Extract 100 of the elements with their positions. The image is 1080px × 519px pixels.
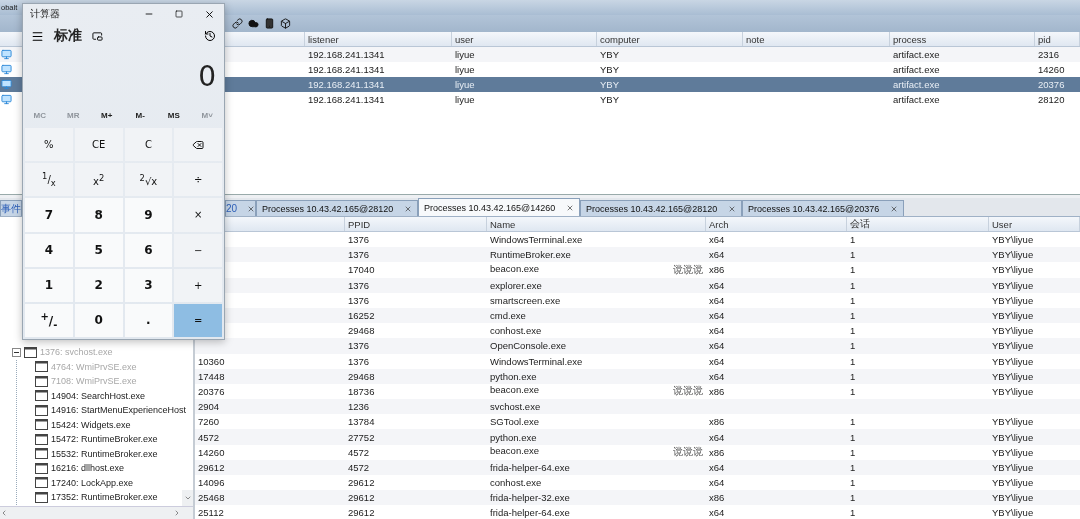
calculator-key[interactable]: x$^{2}$ bbox=[74, 163, 123, 197]
table-cell-text: 1 bbox=[849, 340, 857, 352]
tab[interactable]: 20 bbox=[225, 200, 256, 216]
memory-button[interactable]: MS bbox=[157, 104, 191, 126]
table-cell-text: YBY\liyue bbox=[991, 446, 1035, 458]
column-header[interactable]: pid bbox=[1038, 33, 1051, 45]
tree-item[interactable]: 15424: Widgets.exe bbox=[51, 419, 131, 430]
calculator-key[interactable]: = bbox=[174, 303, 222, 337]
history-button[interactable] bbox=[204, 30, 216, 42]
calculator-key[interactable]: 9 bbox=[124, 198, 173, 232]
table-cell-text: YBY\liyue bbox=[991, 310, 1035, 322]
calculator-key[interactable]: $^{1}$/$_{x}$ bbox=[25, 163, 73, 197]
table-cell-text: x64 bbox=[708, 355, 726, 367]
table-cell-text: artifact.exe bbox=[892, 64, 941, 75]
window-icon bbox=[35, 419, 48, 431]
memory-button[interactable]: M- bbox=[123, 104, 157, 126]
keep-on-top-button[interactable] bbox=[92, 30, 103, 42]
calculator-key[interactable]: − bbox=[174, 233, 222, 267]
table-cell-text: YBY\liyue bbox=[991, 249, 1035, 261]
monitor-icon bbox=[1, 79, 12, 90]
tree-item[interactable]: 15532: RuntimeBroker.exe bbox=[51, 448, 158, 459]
table-row[interactable]: 192.168.241.1341 liyue YBY artifact.exe 2316 bbox=[225, 47, 1080, 62]
menu-button[interactable] bbox=[31, 29, 44, 43]
calculator-key[interactable]: CE bbox=[74, 128, 123, 162]
table-header bbox=[0, 32, 22, 47]
table-cell-text: x86 bbox=[708, 416, 726, 428]
cube-icon[interactable] bbox=[280, 18, 291, 29]
table-cell-text: 2904 bbox=[197, 401, 221, 413]
tab[interactable]: Processes 10.43.42.165@14260 bbox=[418, 198, 580, 216]
calculator-key[interactable]: . bbox=[124, 303, 173, 337]
calculator-key[interactable]: 6 bbox=[124, 233, 173, 267]
close-icon[interactable] bbox=[566, 203, 574, 212]
backspace-button[interactable] bbox=[174, 128, 222, 162]
garbled-text: 谠谠谠 bbox=[673, 262, 703, 277]
table-cell-text: 7260 bbox=[197, 416, 221, 428]
calculator-key[interactable]: + bbox=[174, 268, 222, 302]
tree-item[interactable]: 14904: SearchHost.exe bbox=[51, 390, 146, 401]
tree-item[interactable]: 16216: dllhost.exe bbox=[51, 463, 125, 474]
calculator-key[interactable]: 5 bbox=[74, 233, 123, 267]
calculator-key[interactable]: 8 bbox=[74, 198, 123, 232]
tree-item[interactable]: 17240: LockApp.exe bbox=[51, 477, 134, 488]
table-cell-text: liyue bbox=[454, 49, 476, 60]
scroll-right-icon[interactable] bbox=[173, 509, 181, 517]
tree-item[interactable]: 15472: RuntimeBroker.exe bbox=[51, 434, 158, 445]
cloud-icon[interactable] bbox=[248, 18, 259, 29]
table-cell-text: x64 bbox=[708, 325, 726, 337]
calculator-key[interactable]: 0 bbox=[74, 303, 123, 337]
table-row[interactable]: 192.168.241.1341 liyue YBY artifact.exe 20376 bbox=[225, 77, 1080, 92]
window-icon bbox=[35, 491, 48, 503]
tab[interactable]: Processes 10.43.42.165@28120 bbox=[256, 200, 418, 216]
tree-item[interactable]: 17352: RuntimeBroker.exe bbox=[51, 492, 158, 503]
table-cell-text: smartscreen.exe bbox=[489, 294, 561, 306]
column-header[interactable]: Arch bbox=[709, 218, 729, 230]
tab[interactable]: 事件 bbox=[0, 200, 22, 216]
tab[interactable]: Processes 10.43.42.165@20376 bbox=[742, 200, 904, 216]
calculator-key[interactable]: ÷ bbox=[174, 163, 222, 197]
calculator-key[interactable]: × bbox=[174, 198, 222, 232]
column-header[interactable]: note bbox=[746, 33, 765, 45]
tab[interactable]: Processes 10.43.42.165@28120 bbox=[580, 200, 742, 216]
table-cell-text: liyue bbox=[454, 79, 476, 90]
table-cell-text: svchost.exe bbox=[489, 401, 541, 413]
memory-button[interactable]: M+ bbox=[90, 104, 124, 126]
calculator-key[interactable]: $^{2}$√x bbox=[124, 163, 173, 197]
table-cell-text: artifact.exe bbox=[892, 49, 941, 60]
column-header[interactable]: 会话 bbox=[850, 217, 870, 231]
scroll-left-icon[interactable] bbox=[0, 509, 8, 517]
close-icon[interactable] bbox=[890, 204, 898, 213]
column-header[interactable]: process bbox=[893, 33, 927, 45]
column-header[interactable]: User bbox=[992, 218, 1013, 230]
column-header[interactable]: computer bbox=[600, 33, 640, 45]
collapse-icon[interactable] bbox=[12, 347, 21, 357]
column-header[interactable]: user bbox=[455, 33, 474, 45]
calculator-key[interactable]: 4 bbox=[25, 233, 73, 267]
column-header[interactable]: PPID bbox=[348, 218, 371, 230]
close-icon[interactable] bbox=[404, 204, 412, 213]
calculator-key[interactable]: 7 bbox=[25, 198, 73, 232]
device-icon[interactable] bbox=[264, 18, 275, 29]
table-cell-text: 16252 bbox=[347, 310, 376, 322]
column-header[interactable]: listener bbox=[308, 33, 339, 45]
table-cell-text: 1376 bbox=[347, 355, 371, 367]
table-cell-text: conhost.exe bbox=[489, 325, 542, 337]
close-icon bbox=[203, 8, 215, 20]
calculator-key[interactable]: C bbox=[124, 128, 173, 162]
calculator-key[interactable]: 2 bbox=[74, 268, 123, 302]
close-icon[interactable] bbox=[247, 204, 255, 213]
table-cell-text: 1 bbox=[849, 249, 857, 261]
table-cell-text: YBY bbox=[599, 49, 620, 60]
tree-item[interactable]: 14916: StartMenuExperienceHost bbox=[51, 405, 187, 416]
horizontal-scrollbar[interactable] bbox=[0, 506, 193, 519]
calculator-key[interactable]: % bbox=[25, 128, 73, 162]
calculator-key[interactable]: 1 bbox=[25, 268, 73, 302]
column-header[interactable]: Name bbox=[490, 218, 516, 230]
calculator-key[interactable]: $^{+}$/$_{-}$ bbox=[25, 303, 73, 337]
table-cell-text: python.exe bbox=[489, 431, 537, 443]
calculator-key[interactable]: 3 bbox=[124, 268, 173, 302]
table-cell-text: 1 bbox=[849, 310, 857, 322]
link-icon[interactable] bbox=[232, 18, 243, 29]
window-icon bbox=[24, 346, 37, 358]
close-icon[interactable] bbox=[728, 204, 736, 213]
table-cell-text: YBY\liyue bbox=[991, 477, 1035, 489]
